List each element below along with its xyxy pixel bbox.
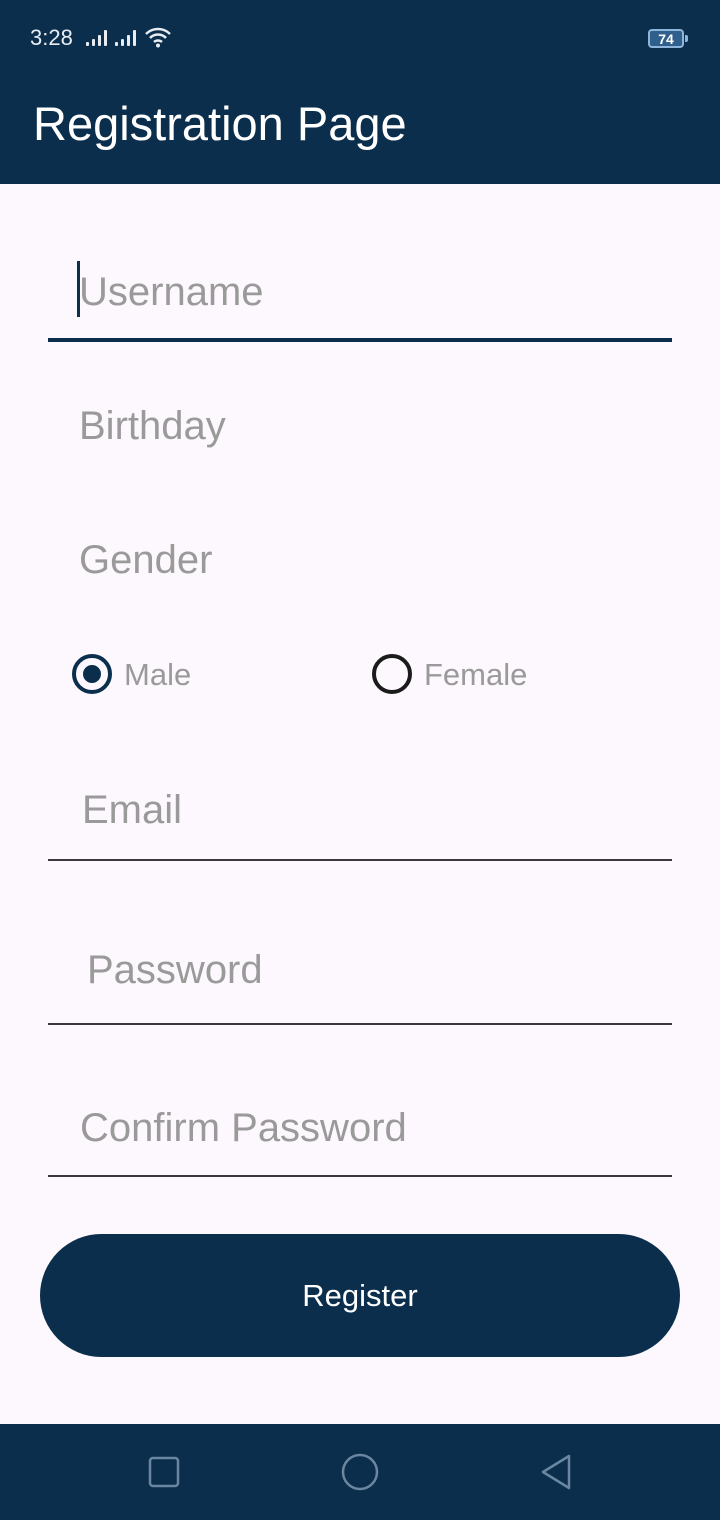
username-underline [48, 338, 672, 342]
password-field[interactable]: Password [87, 946, 263, 994]
email-field[interactable]: Email [82, 786, 182, 834]
female-radio-button[interactable] [372, 654, 412, 694]
home-circle-icon[interactable] [312, 1424, 408, 1520]
male-radio-label[interactable]: Male [124, 655, 191, 695]
top-app-bar: 3:28 74 Registration Page [0, 0, 720, 184]
birthday-field[interactable]: Birthday [79, 402, 226, 450]
wifi-icon [144, 26, 172, 53]
signal-icon [86, 30, 107, 46]
confirm-password-underline [48, 1175, 672, 1177]
registration-screen: 3:28 74 Registration Page Username Birth… [0, 0, 720, 1520]
page-title: Registration Page [33, 97, 407, 150]
battery-tip [685, 35, 688, 42]
battery-icon: 74 [648, 29, 684, 48]
gender-label: Gender [79, 538, 213, 582]
register-button[interactable]: Register [40, 1234, 680, 1357]
password-underline [48, 1023, 672, 1025]
email-underline [48, 859, 672, 861]
confirm-password-field[interactable]: Confirm Password [80, 1104, 407, 1152]
recents-square-icon[interactable] [116, 1424, 212, 1520]
female-radio-label[interactable]: Female [424, 655, 527, 695]
signal-icon [115, 30, 136, 46]
status-time: 3:28 [30, 25, 73, 50]
radio-selected-dot [83, 665, 101, 683]
male-radio-button[interactable] [72, 654, 112, 694]
battery-level: 74 [658, 30, 674, 47]
system-navigation-bar [0, 1424, 720, 1520]
back-triangle-icon[interactable] [508, 1424, 604, 1520]
username-field[interactable]: Username [79, 268, 264, 316]
